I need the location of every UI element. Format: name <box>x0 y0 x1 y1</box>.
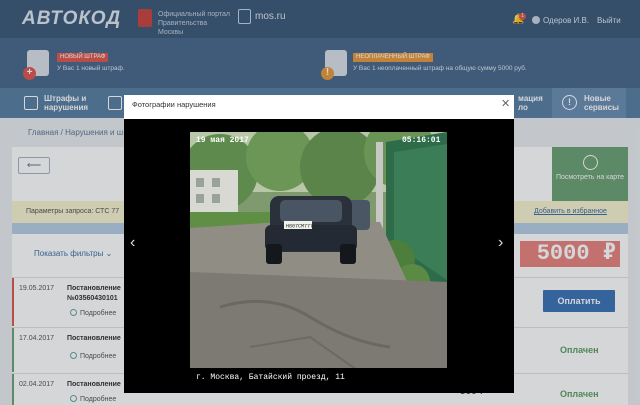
next-photo-icon[interactable]: › <box>498 234 503 252</box>
photo-time: 05:16:01 <box>402 136 441 145</box>
prev-photo-icon[interactable]: ‹ <box>130 234 135 252</box>
modal-title: Фотографии нарушения <box>132 100 216 109</box>
violation-photos-modal: Фотографии нарушения ✕ ‹ › Н807СМ777 19 … <box>124 95 514 393</box>
close-icon[interactable]: ✕ <box>501 97 510 110</box>
violation-photo[interactable]: Н807СМ777 19 мая 2017 05:16:01 г. Москва… <box>190 132 447 388</box>
license-plate: Н807СМ777 <box>286 224 313 230</box>
photo-viewer: ‹ › Н807СМ777 19 мая 2017 05:16:01 г. Мо… <box>124 119 514 393</box>
photo-caption-bar: г. Москва, Батайский проезд, 11 <box>190 368 447 388</box>
photo-location: г. Москва, Батайский проезд, 11 <box>196 373 345 382</box>
photo-date: 19 мая 2017 <box>196 136 249 145</box>
street-scene-image: Н807СМ777 <box>190 132 447 388</box>
